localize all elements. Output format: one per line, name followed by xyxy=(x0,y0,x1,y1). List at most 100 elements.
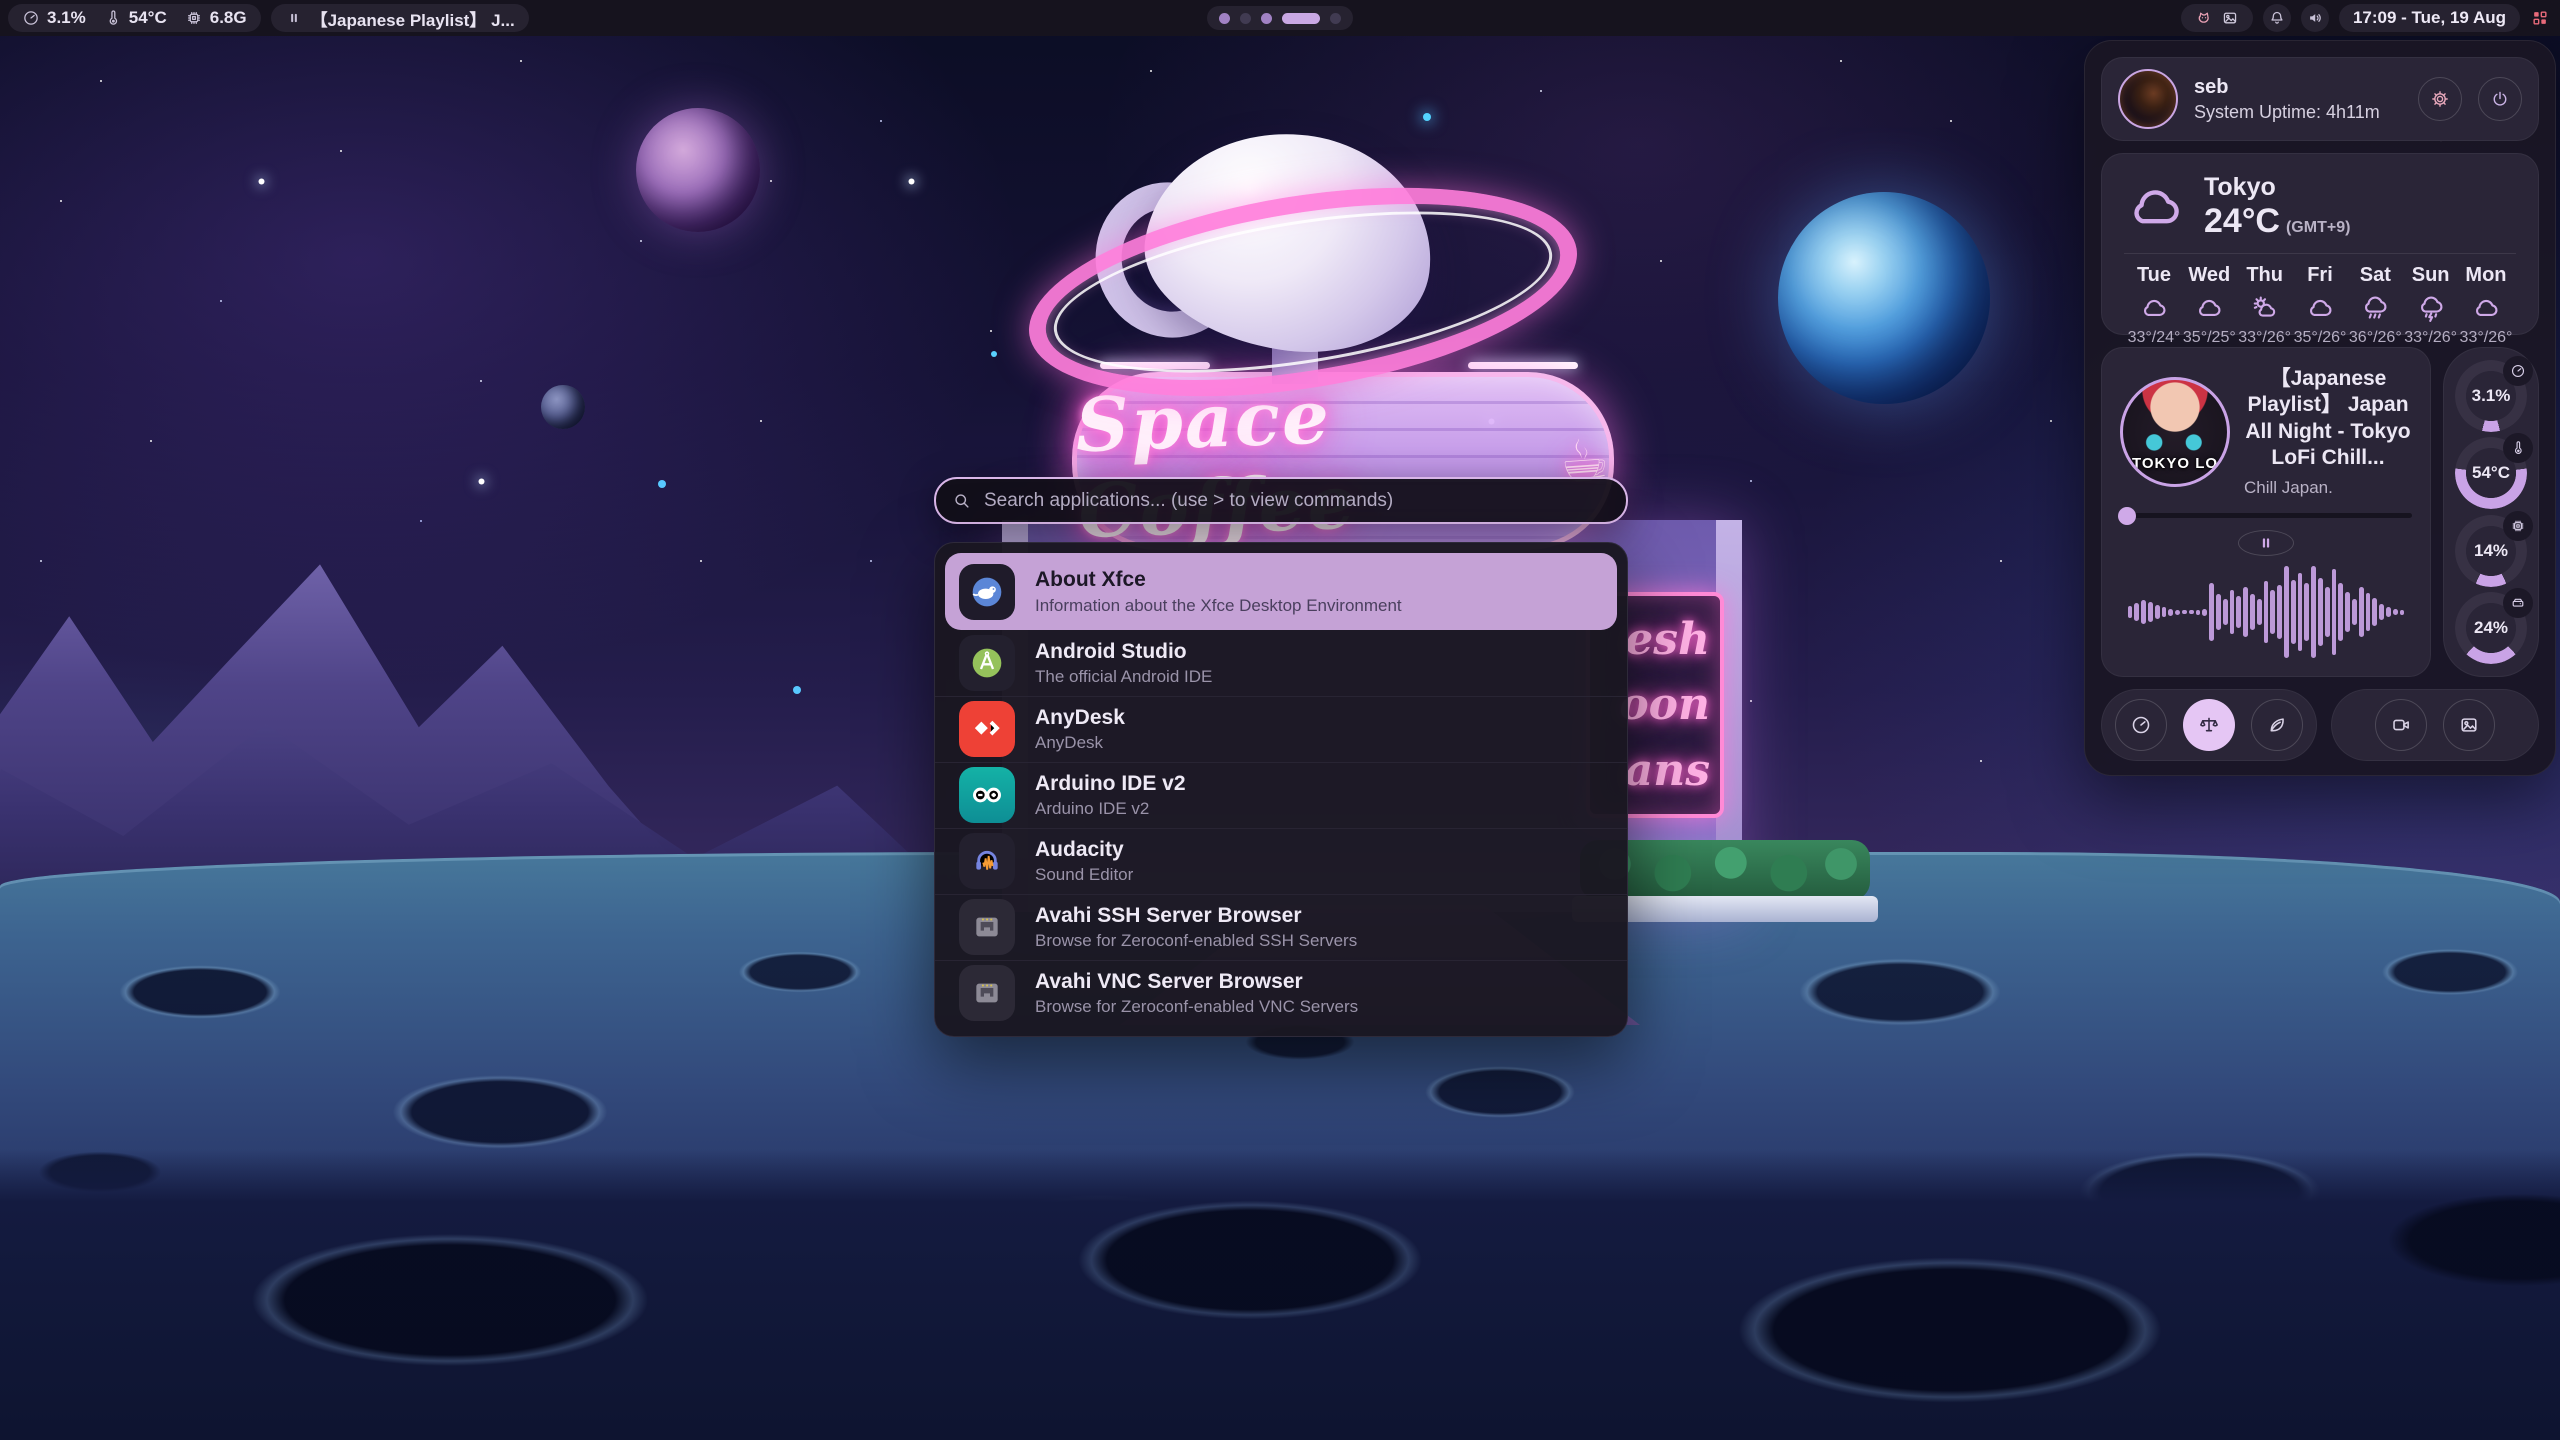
weather-card: Tokyo 24°C (GMT+9) Tue33°/24°Wed35°/25°T… xyxy=(2101,153,2539,335)
visualizer-bar xyxy=(2393,609,2398,615)
chip-icon xyxy=(2510,518,2526,534)
gauge-gauge: 3.1% xyxy=(2455,360,2527,432)
seek-track xyxy=(2120,513,2412,518)
visualizer-bar xyxy=(2209,583,2214,641)
workspace-dot-2[interactable] xyxy=(1240,13,1251,24)
forecast-day: Fri xyxy=(2307,264,2333,287)
visualizer-bar xyxy=(2148,602,2153,622)
speaker-icon xyxy=(2306,9,2324,27)
system-uptime: System Uptime: 4h11m xyxy=(2194,102,2402,123)
result-row-arduino-ide-v2[interactable]: Arduino IDE v2Arduino IDE v2 xyxy=(935,762,1627,828)
image-icon[interactable] xyxy=(2221,9,2239,27)
forecast-tue: Tue33°/24° xyxy=(2128,264,2180,347)
topbar-right: 17:09 - Tue, 19 Aug xyxy=(2181,4,2550,32)
media-pill[interactable]: 【Japanese Playlist】 J... xyxy=(271,4,529,32)
app-launcher: About XfceInformation about the Xfce Des… xyxy=(934,477,1628,1037)
cloud-icon xyxy=(2194,293,2224,323)
stat-value: 54°C xyxy=(129,8,167,28)
settings-button[interactable] xyxy=(2418,77,2462,121)
result-row-avahi-ssh-server-browser[interactable]: Avahi SSH Server BrowserBrowse for Zeroc… xyxy=(935,894,1627,960)
weather-header: Tokyo 24°C (GMT+9) xyxy=(2124,174,2516,241)
result-row-avahi-vnc-server-browser[interactable]: Avahi VNC Server BrowserBrowse for Zeroc… xyxy=(935,960,1627,1026)
visualizer-bar xyxy=(2168,609,2173,616)
profile-performance-button[interactable] xyxy=(2115,699,2167,751)
media-row: TOKYO LO 【Japanese Playlist】 Japan All N… xyxy=(2101,347,2539,677)
forecast-day: Sun xyxy=(2412,264,2450,287)
result-title: About Xfce xyxy=(1035,567,1402,593)
clock-pill[interactable]: 17:09 - Tue, 19 Aug xyxy=(2339,4,2520,32)
visualizer-bar xyxy=(2182,610,2187,614)
search-input[interactable] xyxy=(982,489,1610,513)
visualizer-bar xyxy=(2318,578,2323,646)
result-row-anydesk[interactable]: AnyDeskAnyDesk xyxy=(935,696,1627,762)
workspace-dot-3[interactable] xyxy=(1261,13,1272,24)
chip-icon xyxy=(185,9,203,27)
cloud-icon xyxy=(2471,293,2501,323)
search-icon xyxy=(952,491,972,511)
forecast-sat: Sat36°/26° xyxy=(2349,264,2401,347)
visualizer-bar xyxy=(2257,599,2262,625)
workspace-dot-5[interactable] xyxy=(1330,13,1341,24)
notifications-button[interactable] xyxy=(2263,4,2291,32)
screen-record-button[interactable] xyxy=(2375,699,2427,751)
gauge-icon xyxy=(2130,714,2152,736)
result-row-audacity[interactable]: AudacitySound Editor xyxy=(935,828,1627,894)
result-description: Browse for Zeroconf-enabled VNC Servers xyxy=(1035,997,1358,1017)
screenshot-button[interactable] xyxy=(2443,699,2495,751)
workspace-dot-4[interactable] xyxy=(1282,13,1320,24)
visualizer-bar xyxy=(2202,609,2207,616)
result-row-about-xfce[interactable]: About XfceInformation about the Xfce Des… xyxy=(945,553,1617,630)
cat-icon[interactable] xyxy=(2195,9,2213,27)
quick-actions xyxy=(2331,689,2539,761)
visualizer-bar xyxy=(2189,610,2194,614)
volume-button[interactable] xyxy=(2301,4,2329,32)
android-app-icon xyxy=(959,635,1015,691)
result-description: The official Android IDE xyxy=(1035,667,1212,687)
system-gauges: 3.1%54°C14%24% xyxy=(2443,347,2539,677)
workspace-dot-1[interactable] xyxy=(1219,13,1230,24)
disk-icon xyxy=(2510,595,2526,611)
cloud-icon xyxy=(2124,176,2186,238)
topbar-center xyxy=(1207,6,1353,30)
overview-grid-icon[interactable] xyxy=(2530,8,2550,28)
audio-visualizer xyxy=(2120,566,2412,658)
clock: 17:09 - Tue, 19 Aug xyxy=(2353,8,2506,28)
result-row-android-studio[interactable]: Android StudioThe official Android IDE xyxy=(935,630,1627,696)
visualizer-bar xyxy=(2304,583,2309,641)
tray-pill[interactable] xyxy=(2181,4,2253,32)
system-stats-pill[interactable]: 3.1%54°C6.8G xyxy=(8,4,261,32)
gauge-thermo: 54°C xyxy=(2455,437,2527,509)
forecast-sun: Sun 33°/26° xyxy=(2405,264,2457,347)
image-icon xyxy=(2458,714,2480,736)
forecast-temps: 33°/26° xyxy=(2404,329,2457,347)
power-icon xyxy=(2490,89,2510,109)
workspace-switcher[interactable] xyxy=(1207,6,1353,30)
search-bar[interactable] xyxy=(934,477,1628,524)
visualizer-bar xyxy=(2284,566,2289,658)
power-button[interactable] xyxy=(2478,77,2522,121)
side-panel: seb System Uptime: 4h11m Tokyo 24°C (GMT… xyxy=(2084,40,2556,776)
earth-planet xyxy=(1778,192,1990,404)
forecast-day: Thu xyxy=(2246,264,2283,287)
seek-knob[interactable] xyxy=(2118,507,2136,525)
weather-forecast: Tue33°/24°Wed35°/25°Thu33°/26°Fri35°/26°… xyxy=(2124,264,2516,347)
profile-power-saver-button[interactable] xyxy=(2251,699,2303,751)
pause-button[interactable] xyxy=(2238,530,2294,556)
visualizer-bar xyxy=(2332,569,2337,655)
album-art: TOKYO LO xyxy=(2120,377,2230,487)
seek-bar[interactable] xyxy=(2120,512,2412,520)
forecast-temps: 36°/26° xyxy=(2349,329,2402,347)
media-player-card: TOKYO LO 【Japanese Playlist】 Japan All N… xyxy=(2101,347,2431,677)
weather-timezone: (GMT+9) xyxy=(2286,219,2350,237)
pause-icon xyxy=(2256,533,2276,553)
cloud-icon xyxy=(2305,293,2335,323)
visualizer-bar xyxy=(2155,605,2160,619)
xfce-app-icon xyxy=(959,564,1015,620)
gauge-icon xyxy=(22,9,40,27)
panel-bottom-row xyxy=(2101,689,2539,761)
audacity-app-icon xyxy=(959,833,1015,889)
visualizer-bar xyxy=(2134,603,2139,621)
neon-sign-text: oon xyxy=(1619,683,1710,727)
stat-gauge: 3.1% xyxy=(22,8,86,28)
profile-balanced-button[interactable] xyxy=(2183,699,2235,751)
